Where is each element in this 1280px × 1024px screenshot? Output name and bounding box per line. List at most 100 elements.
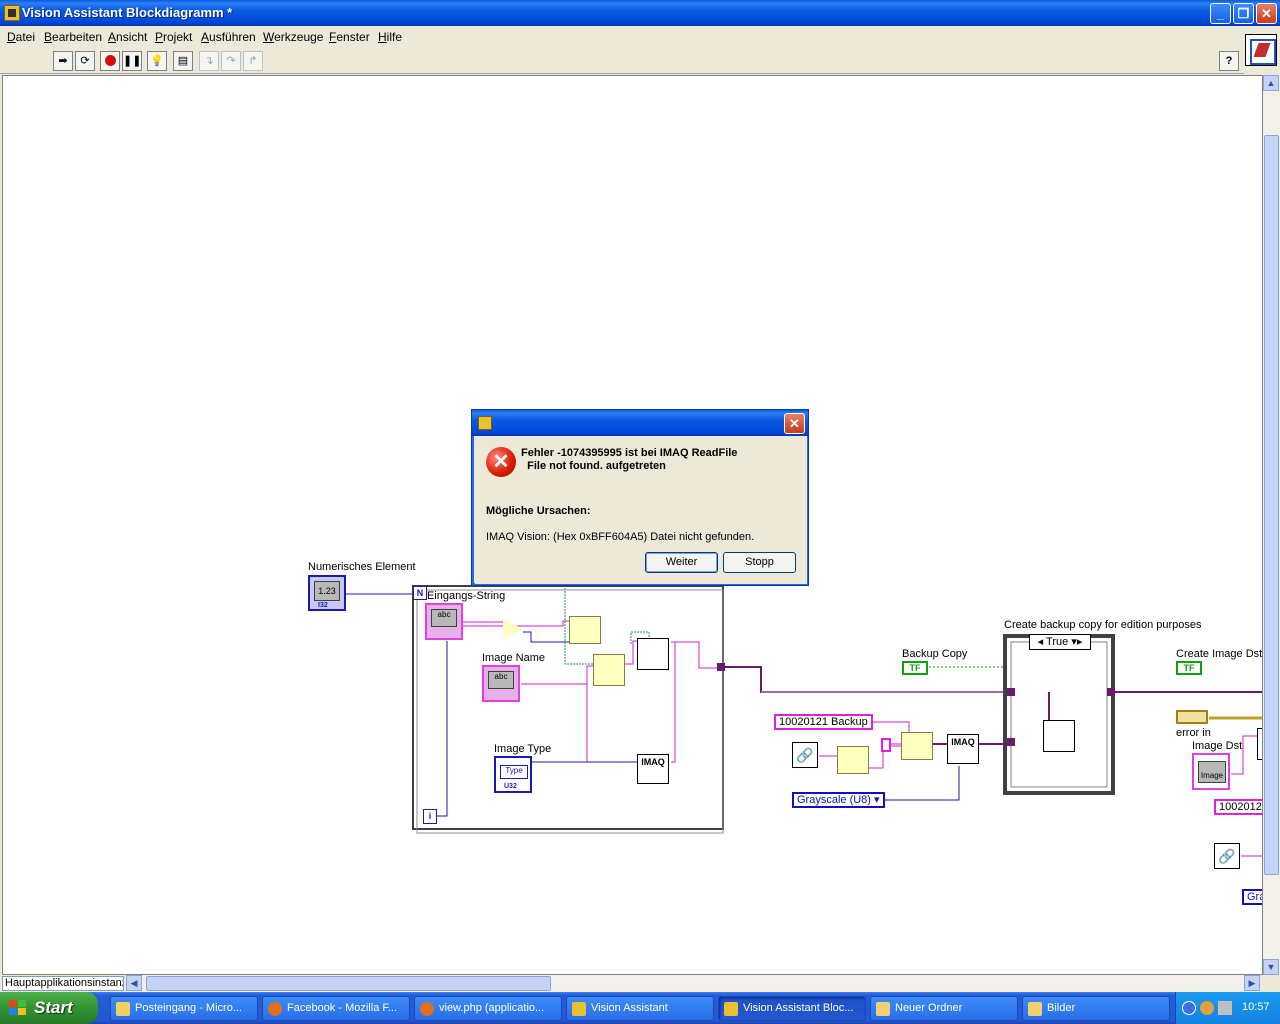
error-message: Fehler -1074395995 ist bei IMAQ ReadFile… — [521, 447, 806, 473]
numeric-type: I32 — [318, 602, 328, 609]
image-dst-terminal[interactable]: Image — [1192, 753, 1230, 790]
horizontal-scroll-thumb[interactable] — [146, 976, 551, 991]
image-dst-label: Image Dst — [1192, 740, 1243, 752]
taskbar-item-view-php[interactable]: view.php (applicatio... — [414, 996, 562, 1021]
taskbar-item-facebook[interactable]: Facebook - Mozilla F... — [262, 996, 410, 1021]
restore-button[interactable]: ❐ — [1233, 3, 1254, 24]
menu-ansicht[interactable]: Ansicht — [108, 30, 147, 44]
increment-node[interactable] — [503, 619, 523, 639]
partial-grayscale-enum[interactable]: Gra — [1242, 889, 1262, 905]
imaq-create-backup-node[interactable]: IMAQ — [947, 734, 979, 764]
status-bar: Hauptapplikationsinstanz ◀ ▶ — [0, 975, 1280, 992]
stop-button[interactable]: Stopp — [723, 552, 796, 573]
numeric-element-terminal[interactable]: 1.23 I32 — [308, 575, 346, 611]
taskbar-item-vision-assistant-block[interactable]: Vision Assistant Bloc... — [718, 996, 866, 1021]
start-button[interactable]: Start — [0, 992, 98, 1024]
taskbar-item-outlook[interactable]: Posteingang - Micro... — [110, 996, 258, 1021]
step-into-icon[interactable]: ↴ — [199, 51, 219, 71]
labview-dialog-icon — [478, 416, 492, 430]
scroll-right-icon[interactable]: ▶ — [1244, 975, 1260, 991]
labview-icon — [572, 1002, 586, 1016]
taskbar-item-neuer-ordner[interactable]: Neuer Ordner — [870, 996, 1018, 1021]
backup-copy-terminal[interactable]: TF — [902, 661, 928, 675]
run-continuously-icon[interactable]: ⟳ — [75, 51, 95, 71]
input-string-label: Eingangs-String — [427, 590, 506, 602]
possible-causes-text: IMAQ Vision: (Hex 0xBFF604A5) Datei nich… — [486, 531, 755, 543]
error-line-2: File not found. aufgetreten — [521, 460, 666, 472]
taskbar-item-label: Neuer Ordner — [895, 1002, 963, 1014]
start-label: Start — [34, 998, 73, 1017]
loop-iteration-terminal[interactable]: i — [423, 809, 437, 824]
highlight-execution-icon[interactable]: 💡 — [147, 51, 167, 71]
close-button[interactable]: ✕ — [1256, 3, 1277, 24]
imaq-copy-node[interactable] — [1043, 720, 1075, 752]
path-constant-node-2[interactable]: 🔗 — [1214, 843, 1240, 869]
scroll-left-icon[interactable]: ◀ — [126, 975, 142, 991]
application-instance-field[interactable]: Hauptapplikationsinstanz — [2, 976, 124, 991]
taskbar-item-vision-assistant[interactable]: Vision Assistant — [566, 996, 714, 1021]
run-icon[interactable]: ➡ — [53, 51, 73, 71]
horizontal-scrollbar[interactable]: ◀ ▶ — [126, 975, 1260, 992]
tray-network-icon[interactable] — [1218, 1001, 1232, 1015]
file-dialog-node[interactable] — [637, 638, 669, 670]
taskbar-item-label: view.php (applicatio... — [439, 1002, 545, 1014]
format-string-node[interactable] — [569, 616, 601, 644]
menu-ausfuehren[interactable]: Ausführen — [201, 30, 256, 44]
tray-app-icon[interactable] — [1200, 1001, 1214, 1015]
build-path-node[interactable] — [593, 654, 625, 686]
retain-wire-values-icon[interactable]: ▤ — [173, 51, 193, 71]
dialog-close-button[interactable]: ✕ — [784, 413, 805, 434]
error-in-terminal[interactable] — [1176, 710, 1208, 724]
taskbar-item-label: Facebook - Mozilla F... — [287, 1002, 398, 1014]
step-out-icon[interactable]: ↱ — [243, 51, 263, 71]
vertical-scrollbar[interactable]: ▲ ▼ — [1263, 75, 1280, 975]
possible-causes-heading: Mögliche Ursachen: — [486, 505, 591, 517]
concatenate-node[interactable] — [901, 732, 933, 760]
partial-string-constant[interactable]: 1002012 — [1214, 799, 1262, 815]
scroll-down-icon[interactable]: ▼ — [1263, 959, 1279, 975]
backup-string-constant[interactable]: 10020121 Backup — [774, 714, 873, 730]
case-selector-value: True — [1046, 636, 1069, 648]
scroll-up-icon[interactable]: ▲ — [1263, 75, 1279, 91]
grayscale-enum[interactable]: Grayscale (U8) ▾ — [792, 792, 885, 808]
input-string-terminal[interactable]: abc — [425, 603, 463, 640]
error-icon: ✕ — [486, 447, 516, 477]
minimize-button[interactable]: _ — [1210, 3, 1231, 24]
path-constant-node[interactable]: 🔗 — [792, 742, 818, 768]
taskbar-item-bilder[interactable]: Bilder — [1022, 996, 1170, 1021]
loop-count-terminal[interactable]: N — [413, 586, 427, 600]
labview-app-icon[interactable] — [4, 5, 20, 21]
menu-hilfe[interactable]: Hilfe — [378, 30, 402, 44]
tray-expand-icon[interactable] — [1182, 1001, 1196, 1015]
outlook-icon — [116, 1002, 130, 1016]
image-name-terminal[interactable]: abc — [482, 665, 520, 702]
abort-icon[interactable] — [100, 51, 120, 71]
step-over-icon[interactable]: ↷ — [221, 51, 241, 71]
image-type-terminal[interactable]: Type U32 — [494, 756, 532, 793]
folder-icon — [876, 1002, 890, 1016]
taskbar-item-label: Posteingang - Micro... — [135, 1002, 242, 1014]
menu-bearbeiten[interactable]: Bearbeiten — [44, 30, 102, 44]
create-image-dst-terminal[interactable]: TF — [1176, 661, 1202, 675]
taskbar-item-label: Vision Assistant Bloc... — [743, 1002, 854, 1014]
continue-button[interactable]: Weiter — [645, 552, 718, 573]
error-line-1: Fehler -1074395995 ist bei IMAQ ReadFile — [521, 447, 738, 459]
empty-string-constant[interactable] — [881, 738, 891, 752]
title-bar: Vision Assistant Blockdiagramm * _ ❐ ✕ — [0, 0, 1280, 26]
menu-werkzeuge[interactable]: Werkzeuge — [263, 30, 323, 44]
array-build-node[interactable] — [837, 746, 869, 774]
menu-projekt[interactable]: Projekt — [155, 30, 192, 44]
menu-bar: Datei Bearbeiten Ansicht Projekt Ausführ… — [0, 26, 1280, 48]
context-help-button[interactable]: ? — [1219, 51, 1239, 71]
menu-fenster[interactable]: Fenster — [329, 30, 370, 44]
numeric-element-label: Numerisches Element — [308, 561, 416, 573]
firefox-icon — [268, 1002, 282, 1016]
folder-icon — [1028, 1002, 1042, 1016]
vertical-scroll-thumb[interactable] — [1264, 135, 1279, 875]
pause-icon[interactable]: ❚❚ — [122, 51, 142, 71]
imaq-create-node[interactable]: IMAQ — [637, 754, 669, 784]
taskbar-item-label: Vision Assistant — [591, 1002, 668, 1014]
case-selector[interactable]: ◂ True ▾▸ — [1029, 634, 1091, 650]
vi-icon[interactable] — [1245, 34, 1277, 66]
menu-datei[interactable]: Datei — [7, 30, 35, 44]
